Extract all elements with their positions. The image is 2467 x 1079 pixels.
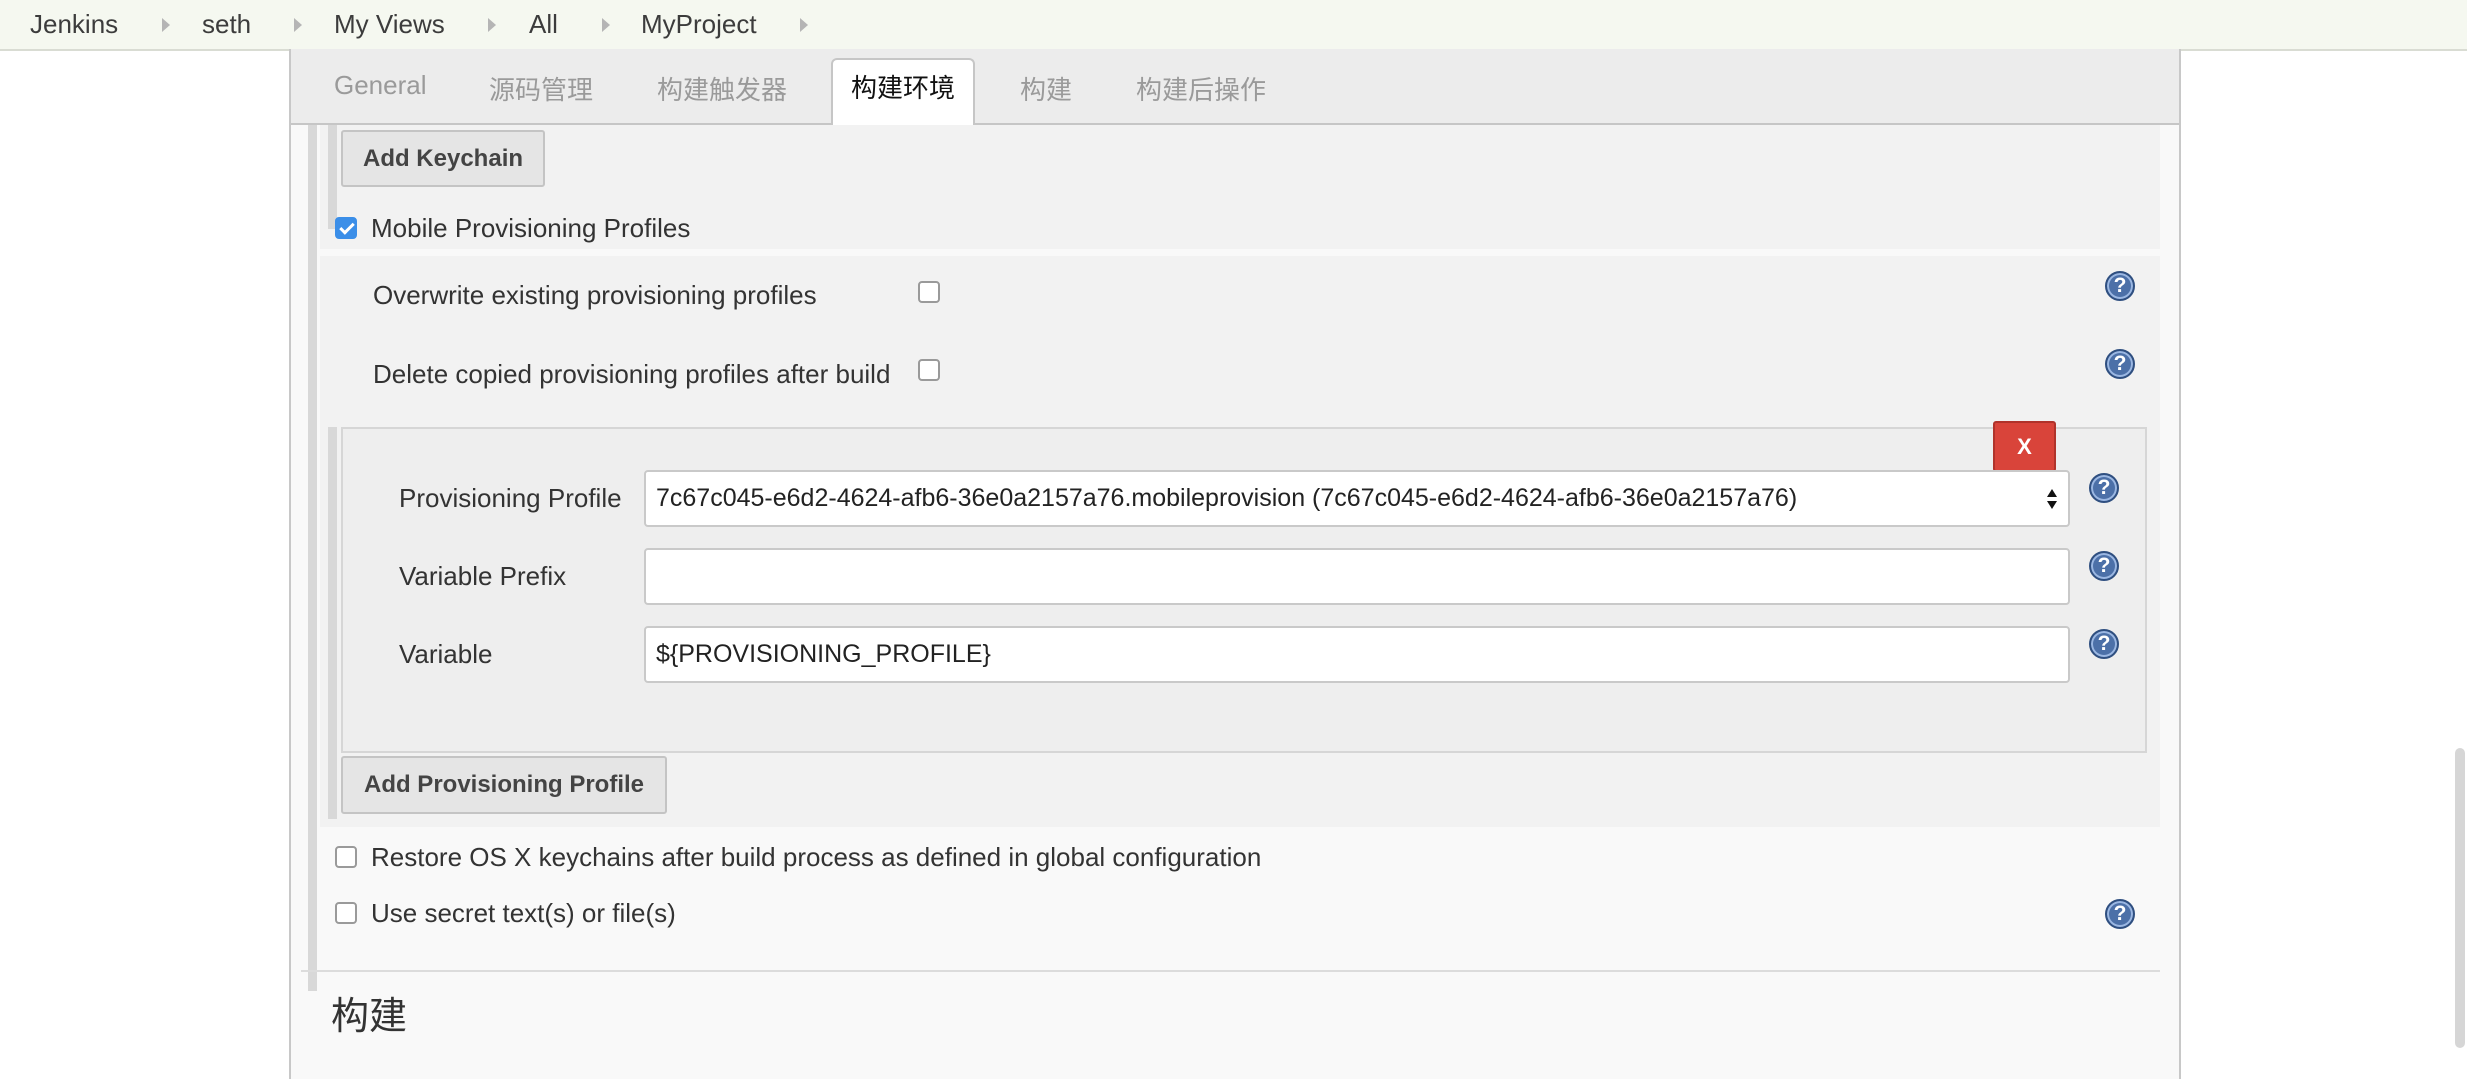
variable-label: Variable [399, 639, 493, 669]
breadcrumb-arrow-icon[interactable] [488, 18, 496, 32]
delete-copied-profiles-checkbox[interactable] [918, 359, 940, 381]
delete-copied-profiles-label: Delete copied provisioning profiles afte… [373, 359, 891, 389]
variable-prefix-label: Variable Prefix [399, 561, 567, 591]
help-icon[interactable]: ? [2089, 629, 2119, 659]
breadcrumb-arrow-icon[interactable] [800, 18, 808, 32]
delete-profile-button[interactable]: X [1993, 421, 2056, 472]
use-secret-checkbox[interactable] [335, 902, 357, 924]
breadcrumb-item-all[interactable]: All [529, 9, 558, 40]
help-icon[interactable]: ? [2089, 551, 2119, 581]
tab-build[interactable]: 构建 [1020, 70, 1072, 107]
section-nesting-bar [308, 125, 317, 991]
help-icon[interactable]: ? [2105, 349, 2135, 379]
restore-keychains-checkbox[interactable] [335, 846, 357, 868]
breadcrumb-item-jenkins[interactable]: Jenkins [30, 9, 118, 40]
overwrite-profiles-checkbox[interactable] [918, 281, 940, 303]
breadcrumb-arrow-icon[interactable] [294, 18, 302, 32]
breadcrumb-item-myproject[interactable]: MyProject [641, 9, 757, 40]
tab-post-build-actions[interactable]: 构建后操作 [1136, 70, 1266, 107]
add-provisioning-profile-button[interactable]: Add Provisioning Profile [341, 756, 667, 814]
page-scrollbar[interactable] [2455, 748, 2465, 1048]
help-icon[interactable]: ? [2105, 899, 2135, 929]
provisioning-profile-value: 7c67c045-e6d2-4624-afb6-36e0a2157a76.mob… [656, 484, 1798, 512]
breadcrumb: Jenkins seth My Views All MyProject [0, 0, 2467, 51]
variable-input[interactable]: ${PROVISIONING_PROFILE} [644, 626, 2070, 683]
breadcrumb-item-seth[interactable]: seth [202, 9, 251, 40]
tab-general[interactable]: General [334, 70, 427, 101]
config-tab-bar: General 源码管理 构建触发器 构建环境 构建 构建后操作 [291, 49, 2179, 125]
provisioning-profile-select[interactable]: 7c67c045-e6d2-4624-afb6-36e0a2157a76.mob… [644, 470, 2070, 527]
keychain-nesting-bar [328, 125, 337, 229]
help-icon[interactable]: ? [2089, 473, 2119, 503]
add-keychain-button[interactable]: Add Keychain [341, 130, 545, 187]
breadcrumb-arrow-icon[interactable] [602, 18, 610, 32]
breadcrumb-arrow-icon[interactable] [162, 18, 170, 32]
provisioning-profile-label: Provisioning Profile [399, 483, 622, 513]
use-secret-label: Use secret text(s) or file(s) [371, 898, 676, 928]
restore-keychains-label: Restore OS X keychains after build proce… [371, 842, 1262, 872]
mobile-provisioning-label: Mobile Provisioning Profiles [371, 213, 691, 243]
tab-build-triggers[interactable]: 构建触发器 [657, 70, 787, 107]
tab-source-management[interactable]: 源码管理 [489, 70, 593, 107]
build-section-heading: 构建 [331, 996, 408, 1038]
select-arrows-icon [2047, 489, 2057, 509]
section-divider [301, 970, 2160, 972]
profile-nesting-bar [328, 427, 337, 819]
breadcrumb-item-my-views[interactable]: My Views [334, 9, 445, 40]
help-icon[interactable]: ? [2105, 271, 2135, 301]
overwrite-profiles-label: Overwrite existing provisioning profiles [373, 280, 817, 310]
variable-prefix-input[interactable] [644, 548, 2070, 605]
tab-build-environment[interactable]: 构建环境 [831, 58, 975, 125]
config-panel: General 源码管理 构建触发器 构建环境 构建 构建后操作 Add Key… [289, 49, 2181, 1079]
mobile-provisioning-checkbox[interactable] [335, 217, 357, 239]
